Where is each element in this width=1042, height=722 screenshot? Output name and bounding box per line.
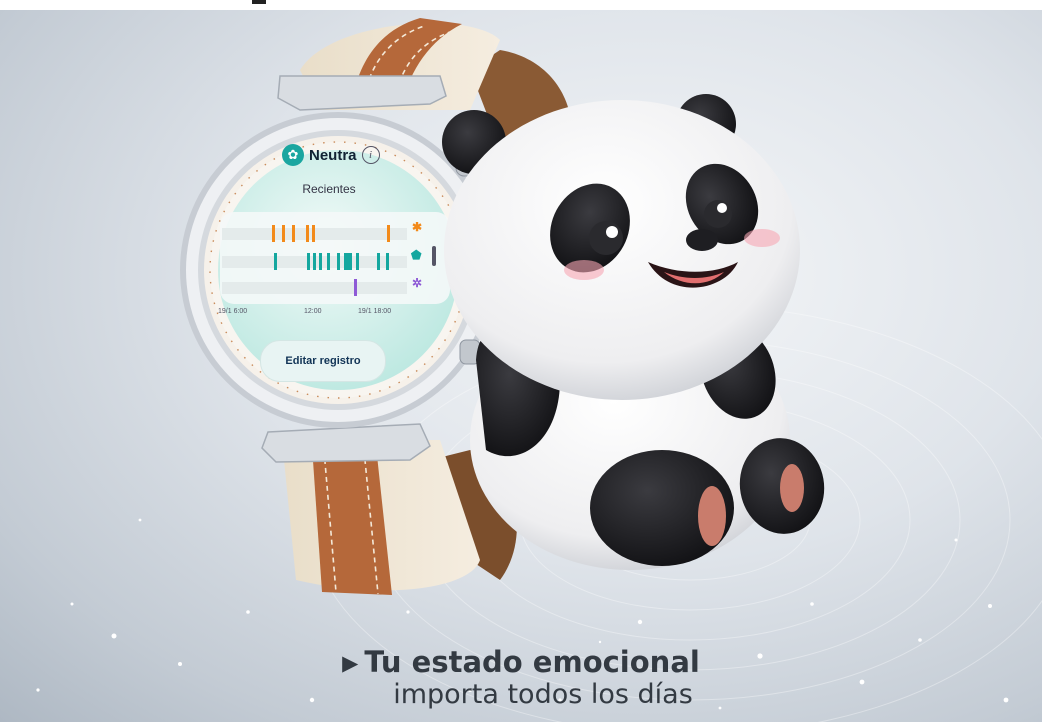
time-label-end: 19/1 18:00 — [358, 308, 392, 315]
edit-record-button[interactable]: Editar registro — [260, 340, 386, 382]
watch-screen: ✿ Neutra i Recientes ✱ ⬟ ✲ 19/1 6:00 12:… — [208, 124, 450, 410]
time-label-mid: 12:00 — [304, 308, 322, 315]
promo-scene: ✿ Neutra i Recientes ✱ ⬟ ✲ 19/1 6:00 12:… — [0, 0, 1042, 722]
info-icon[interactable]: i — [361, 146, 380, 164]
illustration — [180, 18, 825, 595]
panda-illustration — [442, 94, 825, 570]
recent-section-title: Recientes — [302, 182, 356, 196]
orange-flower-icon: ✱ — [412, 220, 423, 234]
mood-header: ✿ Neutra i — [282, 144, 380, 166]
play-arrow-icon: ▶ — [342, 651, 359, 675]
caption-line-2: importa todos los días — [393, 679, 693, 710]
caption-line-1: ▶ Tu estado emocional — [0, 646, 1042, 679]
caption-heading: Tu estado emocional — [364, 645, 700, 679]
purple-flower-icon: ✲ — [412, 276, 423, 290]
mood-label: Neutra — [309, 146, 357, 164]
caption: ▶ Tu estado emocional importa todos los d… — [0, 646, 1042, 710]
teal-flower-icon: ⬟ — [411, 248, 422, 262]
top-white-strip — [0, 0, 1042, 10]
time-label-start: 19/1 6:00 — [218, 308, 248, 315]
flower-icon: ✿ — [282, 144, 304, 166]
